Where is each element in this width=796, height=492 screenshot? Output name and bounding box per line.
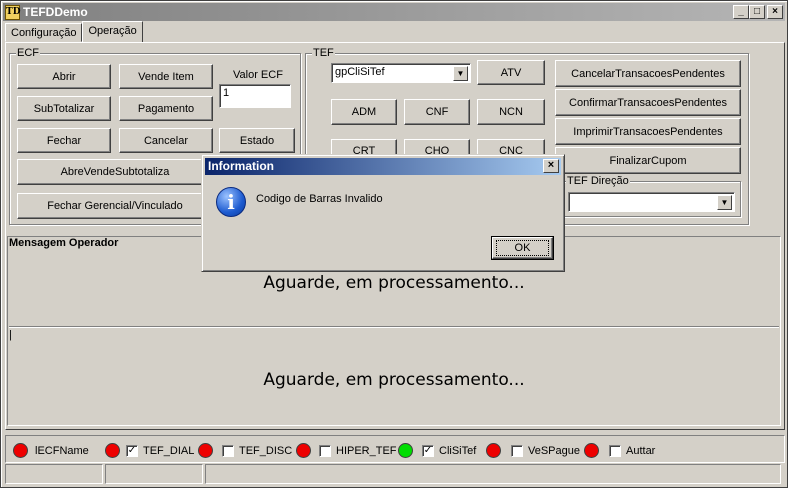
dialog-title: Information — [208, 159, 274, 173]
valor-ecf-input[interactable]: 1 — [219, 84, 291, 108]
status-checkbox-auttar[interactable] — [609, 445, 621, 457]
status-panel-1 — [5, 464, 103, 484]
mensagem-operador-text: Aguarde, em processamento... — [263, 273, 525, 293]
title-bar[interactable]: TD TEFDDemo _ □ × — [3, 3, 785, 21]
info-icon: i — [216, 187, 246, 217]
status-led-tef_disc — [198, 443, 213, 458]
status-led-clisitef — [398, 443, 413, 458]
status-led-tef_dial — [105, 443, 120, 458]
imprimir-pendentes-button[interactable]: ImprimirTransacoesPendentes — [555, 118, 741, 145]
window-title: TEFDDemo — [23, 5, 88, 19]
fechar-button[interactable]: Fechar — [17, 128, 111, 153]
status-panel-3 — [205, 464, 781, 484]
atv-button[interactable]: ATV — [477, 60, 545, 85]
tab-strip: Configuração Operação — [5, 21, 143, 43]
ok-button-label: OK — [495, 240, 550, 256]
main-window: TD TEFDDemo _ □ × Configuração Operação … — [0, 0, 788, 488]
status-checkbox-tef_disc[interactable] — [222, 445, 234, 457]
status-label-lecfname: lECFName — [35, 445, 89, 457]
abrir-button[interactable]: Abrir — [17, 64, 111, 89]
cancelar-pendentes-button[interactable]: CancelarTransacoesPendentes — [555, 60, 741, 87]
ok-button[interactable]: OK — [491, 236, 554, 260]
fechar-gerencial-button[interactable]: Fechar Gerencial/Vinculado — [17, 193, 213, 219]
estado-button[interactable]: Estado — [219, 128, 295, 153]
background-window-edge — [789, 0, 796, 492]
gp-select-value: gpCliSiTef — [335, 66, 385, 78]
app-icon: TD — [5, 4, 21, 20]
tef-direcao-select[interactable]: ▼ — [568, 192, 735, 212]
chevron-down-icon[interactable]: ▼ — [717, 195, 732, 210]
tab-operacao[interactable]: Operação — [82, 21, 143, 42]
close-button[interactable]: × — [767, 5, 783, 19]
minimize-button[interactable]: _ — [733, 5, 749, 19]
tef-direcao-label: TEF Direção — [566, 175, 630, 187]
dialog-title-bar[interactable]: Information × — [205, 158, 561, 175]
status-checkbox-hiper_tef[interactable] — [319, 445, 331, 457]
maximize-button[interactable]: □ — [749, 5, 765, 19]
ncn-button[interactable]: NCN — [477, 99, 545, 125]
gp-select[interactable]: gpCliSiTef ▼ — [331, 63, 471, 83]
mensagem-operador-title: Mensagem Operador — [9, 237, 119, 249]
status-label-tef_dial: TEF_DIAL — [143, 445, 195, 457]
chevron-down-icon[interactable]: ▼ — [453, 66, 468, 81]
status-led-auttar — [584, 443, 599, 458]
status-label-clisitef: CliSiTef — [439, 445, 477, 457]
mensagem-cliente-text: Aguarde, em processamento... — [263, 370, 525, 390]
status-label-vespague: VeSPague — [528, 445, 580, 457]
status-led-lecfname — [13, 443, 28, 458]
status-label-tef_disc: TEF_DISC — [239, 445, 293, 457]
adm-button[interactable]: ADM — [331, 99, 397, 125]
status-panel-2 — [105, 464, 203, 484]
valor-ecf-label: Valor ECF — [233, 69, 283, 81]
status-checkbox-clisitef[interactable]: ✓ — [422, 445, 434, 457]
ecf-group-label: ECF — [16, 47, 40, 59]
status-label-auttar: Auttar — [626, 445, 656, 457]
status-checkbox-vespague[interactable] — [511, 445, 523, 457]
status-led-hiper_tef — [296, 443, 311, 458]
cnf-button[interactable]: CNF — [404, 99, 470, 125]
text-cursor: | — [9, 329, 12, 341]
subtotalizar-button[interactable]: SubTotalizar — [17, 96, 111, 121]
dialog-close-button[interactable]: × — [543, 159, 559, 173]
status-checkbox-tef_dial[interactable]: ✓ — [126, 445, 138, 457]
status-bar — [5, 464, 785, 484]
status-label-hiper_tef: HIPER_TEF — [336, 445, 397, 457]
dialog-message: Codigo de Barras Invalido — [256, 193, 383, 205]
finalizar-cupom-button[interactable]: FinalizarCupom — [555, 147, 741, 174]
mensagem-divider — [9, 326, 779, 328]
vende-item-button[interactable]: Vende Item — [119, 64, 213, 89]
information-dialog: Information × i Codigo de Barras Invalid… — [201, 154, 565, 272]
pagamento-button[interactable]: Pagamento — [119, 96, 213, 121]
abre-vende-subtotaliza-button[interactable]: AbreVendeSubtotaliza — [17, 159, 213, 185]
tef-group-label: TEF — [312, 47, 335, 59]
status-led-vespague — [486, 443, 501, 458]
cancelar-button[interactable]: Cancelar — [119, 128, 213, 153]
tab-configuracao[interactable]: Configuração — [5, 23, 83, 42]
confirmar-pendentes-button[interactable]: ConfirmarTransacoesPendentes — [555, 89, 741, 116]
